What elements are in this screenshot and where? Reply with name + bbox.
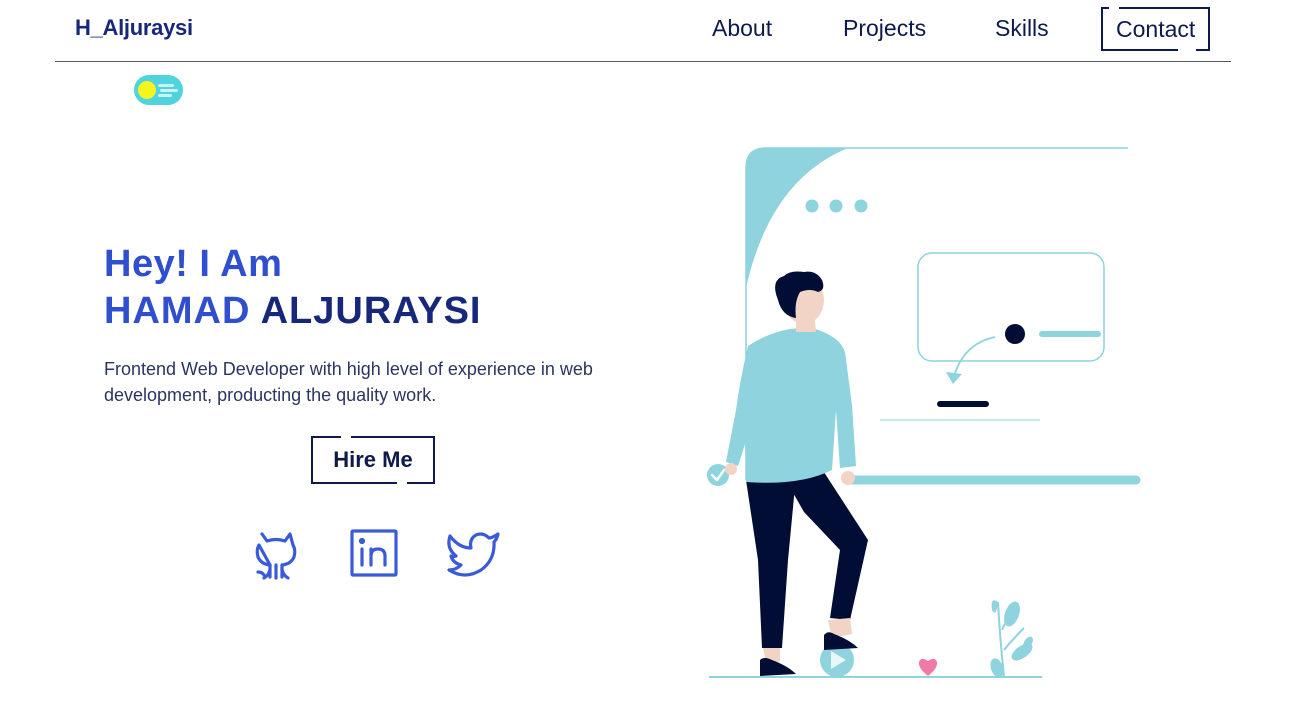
nav-about[interactable]: About: [712, 15, 772, 42]
portfolio-page: H_Aljuraysi About Projects Skills Contac…: [0, 0, 1307, 703]
toggle-streak: [158, 94, 172, 97]
hero-greeting: Hey! I Am: [104, 243, 283, 285]
window-dot: [854, 199, 868, 213]
window-dot: [829, 199, 843, 213]
window-dot: [805, 199, 819, 213]
linkedin-icon: [350, 529, 398, 577]
browser-window: [746, 148, 848, 288]
hero-name-first: HAMAD: [104, 290, 251, 332]
theme-toggle[interactable]: [134, 75, 183, 105]
nav-projects[interactable]: Projects: [843, 15, 926, 42]
hire-me-button[interactable]: Hire Me: [311, 435, 435, 485]
inner-card: [917, 252, 1105, 362]
twitter-icon: [447, 532, 500, 577]
linkedin-link[interactable]: [350, 529, 398, 577]
developer-illustration: [707, 147, 1141, 678]
site-header: H_Aljuraysi About Projects Skills Contac…: [55, 0, 1231, 62]
github-icon: [255, 532, 297, 580]
sun-icon: [138, 81, 156, 99]
hero-name: HAMAD ALJURAYSI: [104, 290, 481, 333]
hero-name-last: ALJURAYSI: [260, 290, 482, 332]
hero-description: Frontend Web Developer with high level o…: [104, 359, 593, 405]
github-link[interactable]: [252, 528, 300, 582]
nav-skills[interactable]: Skills: [995, 15, 1049, 42]
site-logo[interactable]: H_Aljuraysi: [75, 15, 193, 41]
twitter-link[interactable]: [447, 530, 501, 578]
nav-contact-button[interactable]: Contact: [1101, 6, 1211, 52]
heart-icon: [918, 658, 938, 676]
toggle-streak: [160, 89, 178, 92]
toggle-streak: [158, 84, 174, 87]
